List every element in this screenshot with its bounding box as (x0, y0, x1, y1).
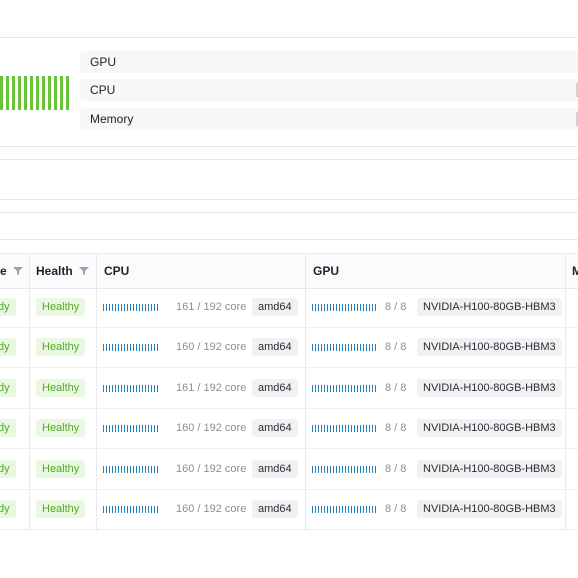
health-badge: Healthy (36, 419, 86, 437)
health-badge: Healthy (36, 338, 86, 356)
cpu-usage-bar (103, 304, 160, 311)
gpu-model-badge: NVIDIA-H100-80GB-HBM3 (417, 460, 562, 478)
table-row[interactable]: dy Healthy 160 / 192 core amd64 8 / 8 NV… (0, 408, 578, 449)
divider (0, 199, 578, 200)
table-header: e Health CPU GPU M (0, 253, 578, 289)
metric-label: Memory (90, 112, 134, 126)
arch-badge: amd64 (252, 500, 298, 518)
status-badge: dy (0, 419, 16, 437)
column-header-label: GPU (313, 264, 340, 278)
arch-badge: amd64 (252, 298, 298, 316)
gpu-model-badge: NVIDIA-H100-80GB-HBM3 (417, 298, 562, 316)
table-row[interactable]: dy Healthy 160 / 192 core amd64 8 / 8 NV… (0, 327, 578, 368)
cpu-usage-bar (103, 344, 160, 351)
health-badge: Healthy (36, 460, 86, 478)
health-badge: Healthy (36, 298, 86, 316)
gpu-usage-bar (312, 506, 378, 513)
metric-label: GPU (90, 55, 117, 69)
cpu-usage-text: 160 / 192 core (176, 422, 247, 434)
divider (0, 146, 578, 147)
gpu-usage-bar (312, 425, 378, 432)
arch-badge: amd64 (252, 419, 298, 437)
gpu-usage-bar (312, 344, 378, 351)
column-header-label: CPU (104, 264, 130, 278)
table-row[interactable]: dy Healthy 161 / 192 core amd64 8 / 8 NV… (0, 368, 578, 409)
usage-bar (0, 76, 72, 110)
arch-badge: amd64 (252, 460, 298, 478)
divider (0, 212, 578, 213)
gpu-model-badge: NVIDIA-H100-80GB-HBM3 (417, 500, 562, 518)
filter-icon[interactable] (78, 266, 89, 276)
gpu-usage-text: 8 / 8 (385, 503, 407, 515)
cpu-usage-text: 160 / 192 core (176, 503, 247, 515)
column-header-label: M (572, 264, 578, 278)
gpu-usage-text: 8 / 8 (385, 301, 407, 313)
metric-row-gpu: GPU (80, 51, 578, 73)
cpu-usage-bar (103, 506, 160, 513)
cpu-usage-text: 161 / 192 core (176, 301, 247, 313)
gpu-usage-bar (312, 385, 378, 392)
cpu-usage-text: 160 / 192 core (176, 463, 247, 475)
cpu-usage-bar (103, 425, 160, 432)
status-badge: dy (0, 298, 16, 316)
table-row[interactable]: dy Healthy 160 / 192 core amd64 8 / 8 NV… (0, 489, 578, 530)
status-badge: dy (0, 500, 16, 518)
divider (0, 159, 578, 160)
gpu-usage-bar (312, 304, 378, 311)
status-badge: dy (0, 460, 16, 478)
gpu-usage-bar (312, 466, 378, 473)
health-column-header[interactable]: Health (36, 254, 89, 288)
status-column-header[interactable]: e (0, 254, 23, 288)
metric-row-memory: Memory (80, 108, 578, 130)
gpu-usage-text: 8 / 8 (385, 422, 407, 434)
gpu-model-badge: NVIDIA-H100-80GB-HBM3 (417, 379, 562, 397)
gpu-column-header[interactable]: GPU (313, 254, 339, 288)
status-badge: dy (0, 338, 16, 356)
table-row[interactable]: dy Healthy 160 / 192 core amd64 8 / 8 NV… (0, 449, 578, 490)
gpu-usage-text: 8 / 8 (385, 341, 407, 353)
metric-row-cpu: CPU (80, 79, 578, 101)
column-header-label: e (0, 264, 7, 278)
status-badge: dy (0, 379, 16, 397)
filter-icon[interactable] (12, 266, 23, 276)
cpu-usage-text: 161 / 192 core (176, 382, 247, 394)
column-header-label: Health (36, 264, 73, 278)
memory-column-header[interactable]: M (572, 254, 578, 288)
metric-label: CPU (90, 83, 116, 97)
health-badge: Healthy (36, 500, 86, 518)
health-badge: Healthy (36, 379, 86, 397)
gpu-model-badge: NVIDIA-H100-80GB-HBM3 (417, 338, 562, 356)
divider (0, 239, 578, 240)
gpu-model-badge: NVIDIA-H100-80GB-HBM3 (417, 419, 562, 437)
gpu-usage-text: 8 / 8 (385, 382, 407, 394)
divider (0, 37, 578, 38)
arch-badge: amd64 (252, 379, 298, 397)
gpu-usage-text: 8 / 8 (385, 463, 407, 475)
table-row[interactable]: dy Healthy 161 / 192 core amd64 8 / 8 NV… (0, 287, 578, 328)
cpu-usage-text: 160 / 192 core (176, 341, 247, 353)
cpu-usage-bar (103, 385, 160, 392)
cpu-column-header[interactable]: CPU (104, 254, 129, 288)
cpu-usage-bar (103, 466, 160, 473)
arch-badge: amd64 (252, 338, 298, 356)
